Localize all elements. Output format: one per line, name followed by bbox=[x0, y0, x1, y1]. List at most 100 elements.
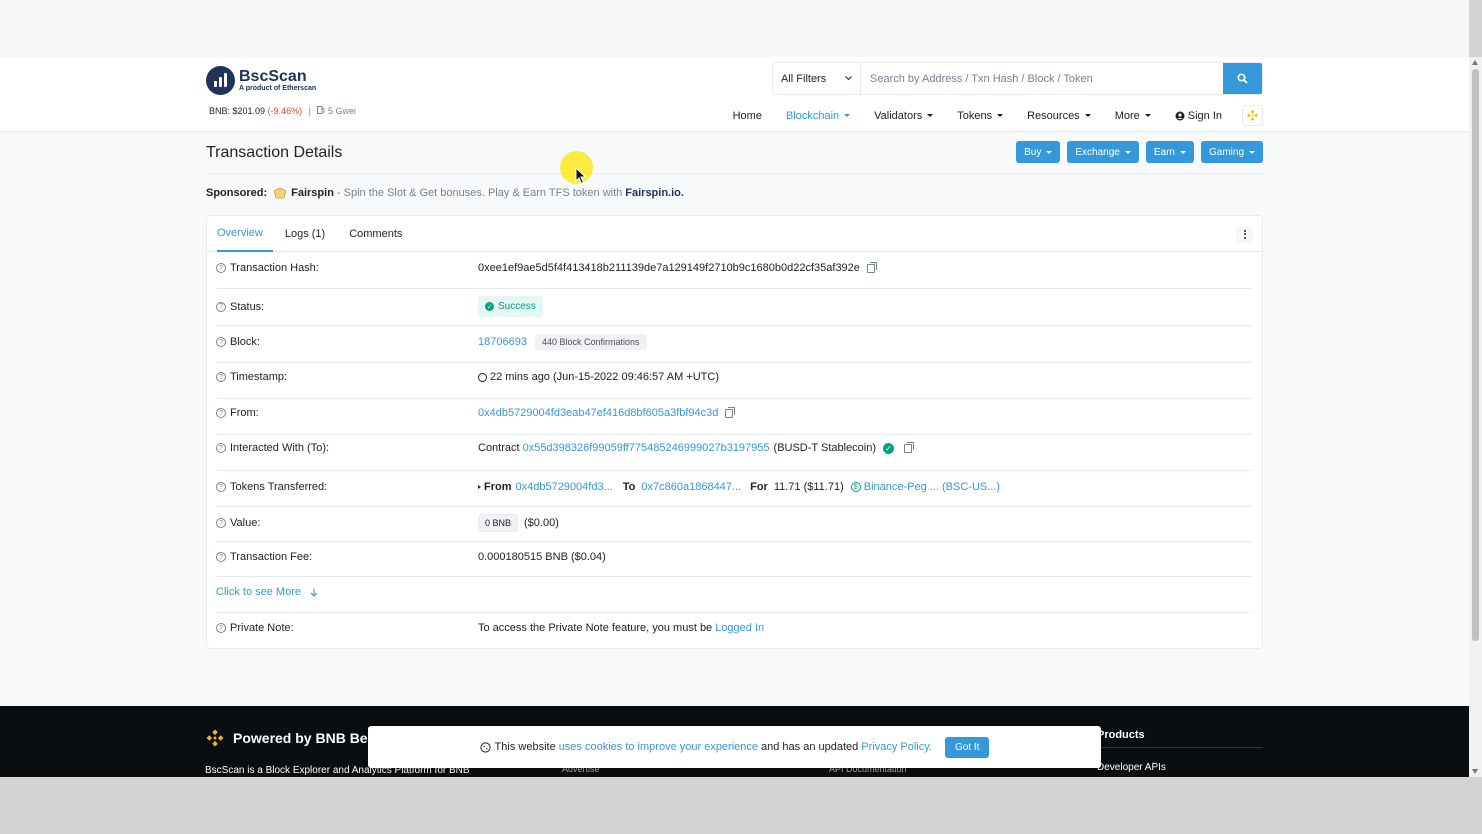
tab-logs[interactable]: Logs (1) bbox=[285, 216, 337, 252]
tab-overview[interactable]: Overview bbox=[217, 216, 273, 252]
sponsored-banner: Sponsored: Fairspin - Spin the Slot & Ge… bbox=[206, 187, 684, 199]
help-icon[interactable]: ? bbox=[216, 408, 226, 418]
divider bbox=[206, 173, 1263, 174]
privacy-policy-link[interactable]: Privacy Policy. bbox=[861, 741, 932, 753]
chevron-down-icon bbox=[845, 76, 852, 81]
timestamp-value: 22 mins ago (Jun-15-2022 09:46:57 AM +UT… bbox=[490, 371, 719, 383]
tokens-to-label: To bbox=[622, 481, 636, 493]
see-more-link[interactable]: Click to see More bbox=[216, 586, 301, 598]
search-filter-dropdown[interactable]: All Filters bbox=[773, 63, 861, 94]
row-transaction-hash: ? Transaction Hash: 0xee1ef9ae5d5f4f41341… bbox=[216, 261, 1252, 274]
copy-icon[interactable] bbox=[866, 261, 877, 273]
gaming-button[interactable]: Gaming bbox=[1200, 141, 1263, 163]
divider bbox=[216, 506, 1252, 507]
buy-button[interactable]: Buy bbox=[1016, 141, 1061, 163]
buy-label: Buy bbox=[1024, 146, 1042, 158]
tokens-from-link[interactable]: 0x4db5729004fd3... bbox=[516, 481, 613, 493]
transaction-card: Overview Logs (1) Comments ? Transaction … bbox=[206, 215, 1263, 649]
nav-blockchain[interactable]: Blockchain bbox=[786, 110, 851, 122]
nav-sign-in[interactable]: Sign In bbox=[1175, 110, 1222, 122]
powered-by: Powered by BNB Beac bbox=[205, 728, 383, 748]
nav-validators[interactable]: Validators bbox=[874, 109, 934, 122]
row-from: ? From: 0x4db5729004fd3eab47ef416d8bf605a… bbox=[216, 406, 1252, 419]
header: BscScan A product of Etherscan BNB: $201… bbox=[0, 57, 1469, 132]
cookie-link[interactable]: uses cookies to improve your experience bbox=[559, 741, 758, 753]
block-link[interactable]: 18706693 bbox=[478, 336, 527, 348]
value-label: Value: bbox=[230, 517, 261, 529]
exchange-label: Exchange bbox=[1075, 146, 1120, 158]
row-tokens-transferred: ? Tokens Transferred: From 0x4db5729004fd… bbox=[216, 481, 1252, 493]
timestamp-label: Timestamp: bbox=[230, 371, 288, 383]
network-switch-button[interactable] bbox=[1242, 105, 1263, 126]
triangle-right-icon bbox=[478, 485, 481, 489]
search-input[interactable] bbox=[861, 63, 1223, 94]
sponsor-link[interactable]: Fairspin.io. bbox=[625, 187, 684, 199]
brand-tagline: A product of Etherscan bbox=[239, 85, 317, 92]
scrollbar-thumb[interactable] bbox=[1472, 69, 1479, 641]
help-icon[interactable]: ? bbox=[216, 337, 226, 347]
tokens-label: Tokens Transferred: bbox=[230, 481, 328, 493]
note-label: Private Note: bbox=[230, 622, 294, 634]
caret-down-icon bbox=[927, 114, 934, 117]
nav-validators-label: Validators bbox=[874, 109, 923, 122]
from-label: From: bbox=[230, 407, 259, 419]
help-icon[interactable]: ? bbox=[216, 372, 226, 382]
from-address-link[interactable]: 0x4db5729004fd3eab47ef416d8bf605a3fbf94c… bbox=[478, 407, 718, 419]
bnb-change: (-9.46%) bbox=[267, 106, 303, 116]
tab-comments[interactable]: Comments bbox=[349, 216, 414, 252]
token-name-link[interactable]: Binance-Peg ... (BSC-US...) bbox=[864, 481, 1000, 493]
gas-price[interactable]: 5 Gwei bbox=[317, 106, 356, 116]
help-icon[interactable]: ? bbox=[216, 301, 226, 312]
help-icon[interactable]: ? bbox=[216, 623, 226, 633]
price-bar: BNB: $201.09 (-9.46%) | 5 Gwei bbox=[209, 106, 356, 116]
caret-down-icon bbox=[1124, 150, 1131, 154]
help-icon[interactable]: ? bbox=[216, 443, 226, 453]
value-badge: 0 BNB bbox=[478, 514, 519, 532]
verified-check-icon: ✓ bbox=[883, 442, 895, 454]
to-contract-link[interactable]: 0x55d398326f99059ff775485246999027b31979… bbox=[523, 442, 770, 454]
block-confirmations-badge: 440 Block Confirmations bbox=[534, 334, 647, 350]
help-icon[interactable]: ? bbox=[216, 263, 226, 273]
bnb-price: BNB: $201.09 bbox=[209, 106, 266, 116]
see-more-row: Click to see More bbox=[216, 586, 1252, 598]
scroll-down-icon[interactable] bbox=[1472, 769, 1478, 774]
search-button[interactable] bbox=[1223, 63, 1262, 94]
nav-more[interactable]: More bbox=[1115, 110, 1151, 122]
earn-button[interactable]: Earn bbox=[1145, 141, 1194, 163]
nav-more-label: More bbox=[1114, 109, 1140, 122]
bnb-logo-icon bbox=[206, 729, 224, 747]
nav-tokens-label: Tokens bbox=[957, 109, 993, 122]
help-icon[interactable]: ? bbox=[216, 518, 226, 528]
bscscan-logo[interactable]: BscScan A product of Etherscan bbox=[206, 66, 316, 95]
nav-home[interactable]: Home bbox=[733, 110, 762, 122]
earn-label: Earn bbox=[1153, 146, 1175, 158]
block-label: Block: bbox=[230, 336, 260, 348]
caret-down-icon bbox=[1144, 114, 1151, 117]
copy-icon[interactable] bbox=[725, 406, 736, 418]
mouse-cursor-icon bbox=[575, 167, 587, 185]
nav-tokens[interactable]: Tokens bbox=[957, 109, 1004, 122]
help-icon[interactable]: ? bbox=[216, 552, 226, 562]
sponsored-label: Sponsored: bbox=[206, 187, 268, 199]
footer-link-developer-apis[interactable]: Developer APIs bbox=[1097, 762, 1166, 773]
page-scrollbar[interactable] bbox=[1469, 57, 1482, 777]
arrow-down-icon[interactable] bbox=[310, 588, 318, 597]
got-it-button[interactable]: Got It bbox=[944, 736, 990, 758]
scroll-up-icon[interactable] bbox=[1472, 60, 1478, 65]
cookie-text-2: and has an updated bbox=[761, 741, 859, 753]
copy-icon[interactable] bbox=[904, 441, 915, 453]
more-options-icon[interactable] bbox=[1236, 226, 1253, 242]
caret-down-icon bbox=[1046, 150, 1053, 154]
to-prefix: Contract bbox=[478, 442, 520, 454]
tokens-to-link[interactable]: 0x7c860a1868447... bbox=[641, 481, 741, 493]
search-bar: All Filters bbox=[772, 62, 1263, 95]
exchange-button[interactable]: Exchange bbox=[1067, 141, 1139, 163]
bnb-logo-icon bbox=[1247, 110, 1258, 121]
logged-in-link[interactable]: Logged In bbox=[715, 622, 764, 634]
gas-pump-icon bbox=[317, 106, 325, 114]
nav-resources[interactable]: Resources bbox=[1027, 110, 1091, 122]
tokens-amount: 11.71 ($11.71) bbox=[773, 481, 844, 493]
help-icon[interactable]: ? bbox=[216, 482, 226, 492]
row-status: ? Status: ✓ Success bbox=[216, 296, 1252, 317]
sponsor-name[interactable]: Fairspin bbox=[291, 187, 334, 199]
